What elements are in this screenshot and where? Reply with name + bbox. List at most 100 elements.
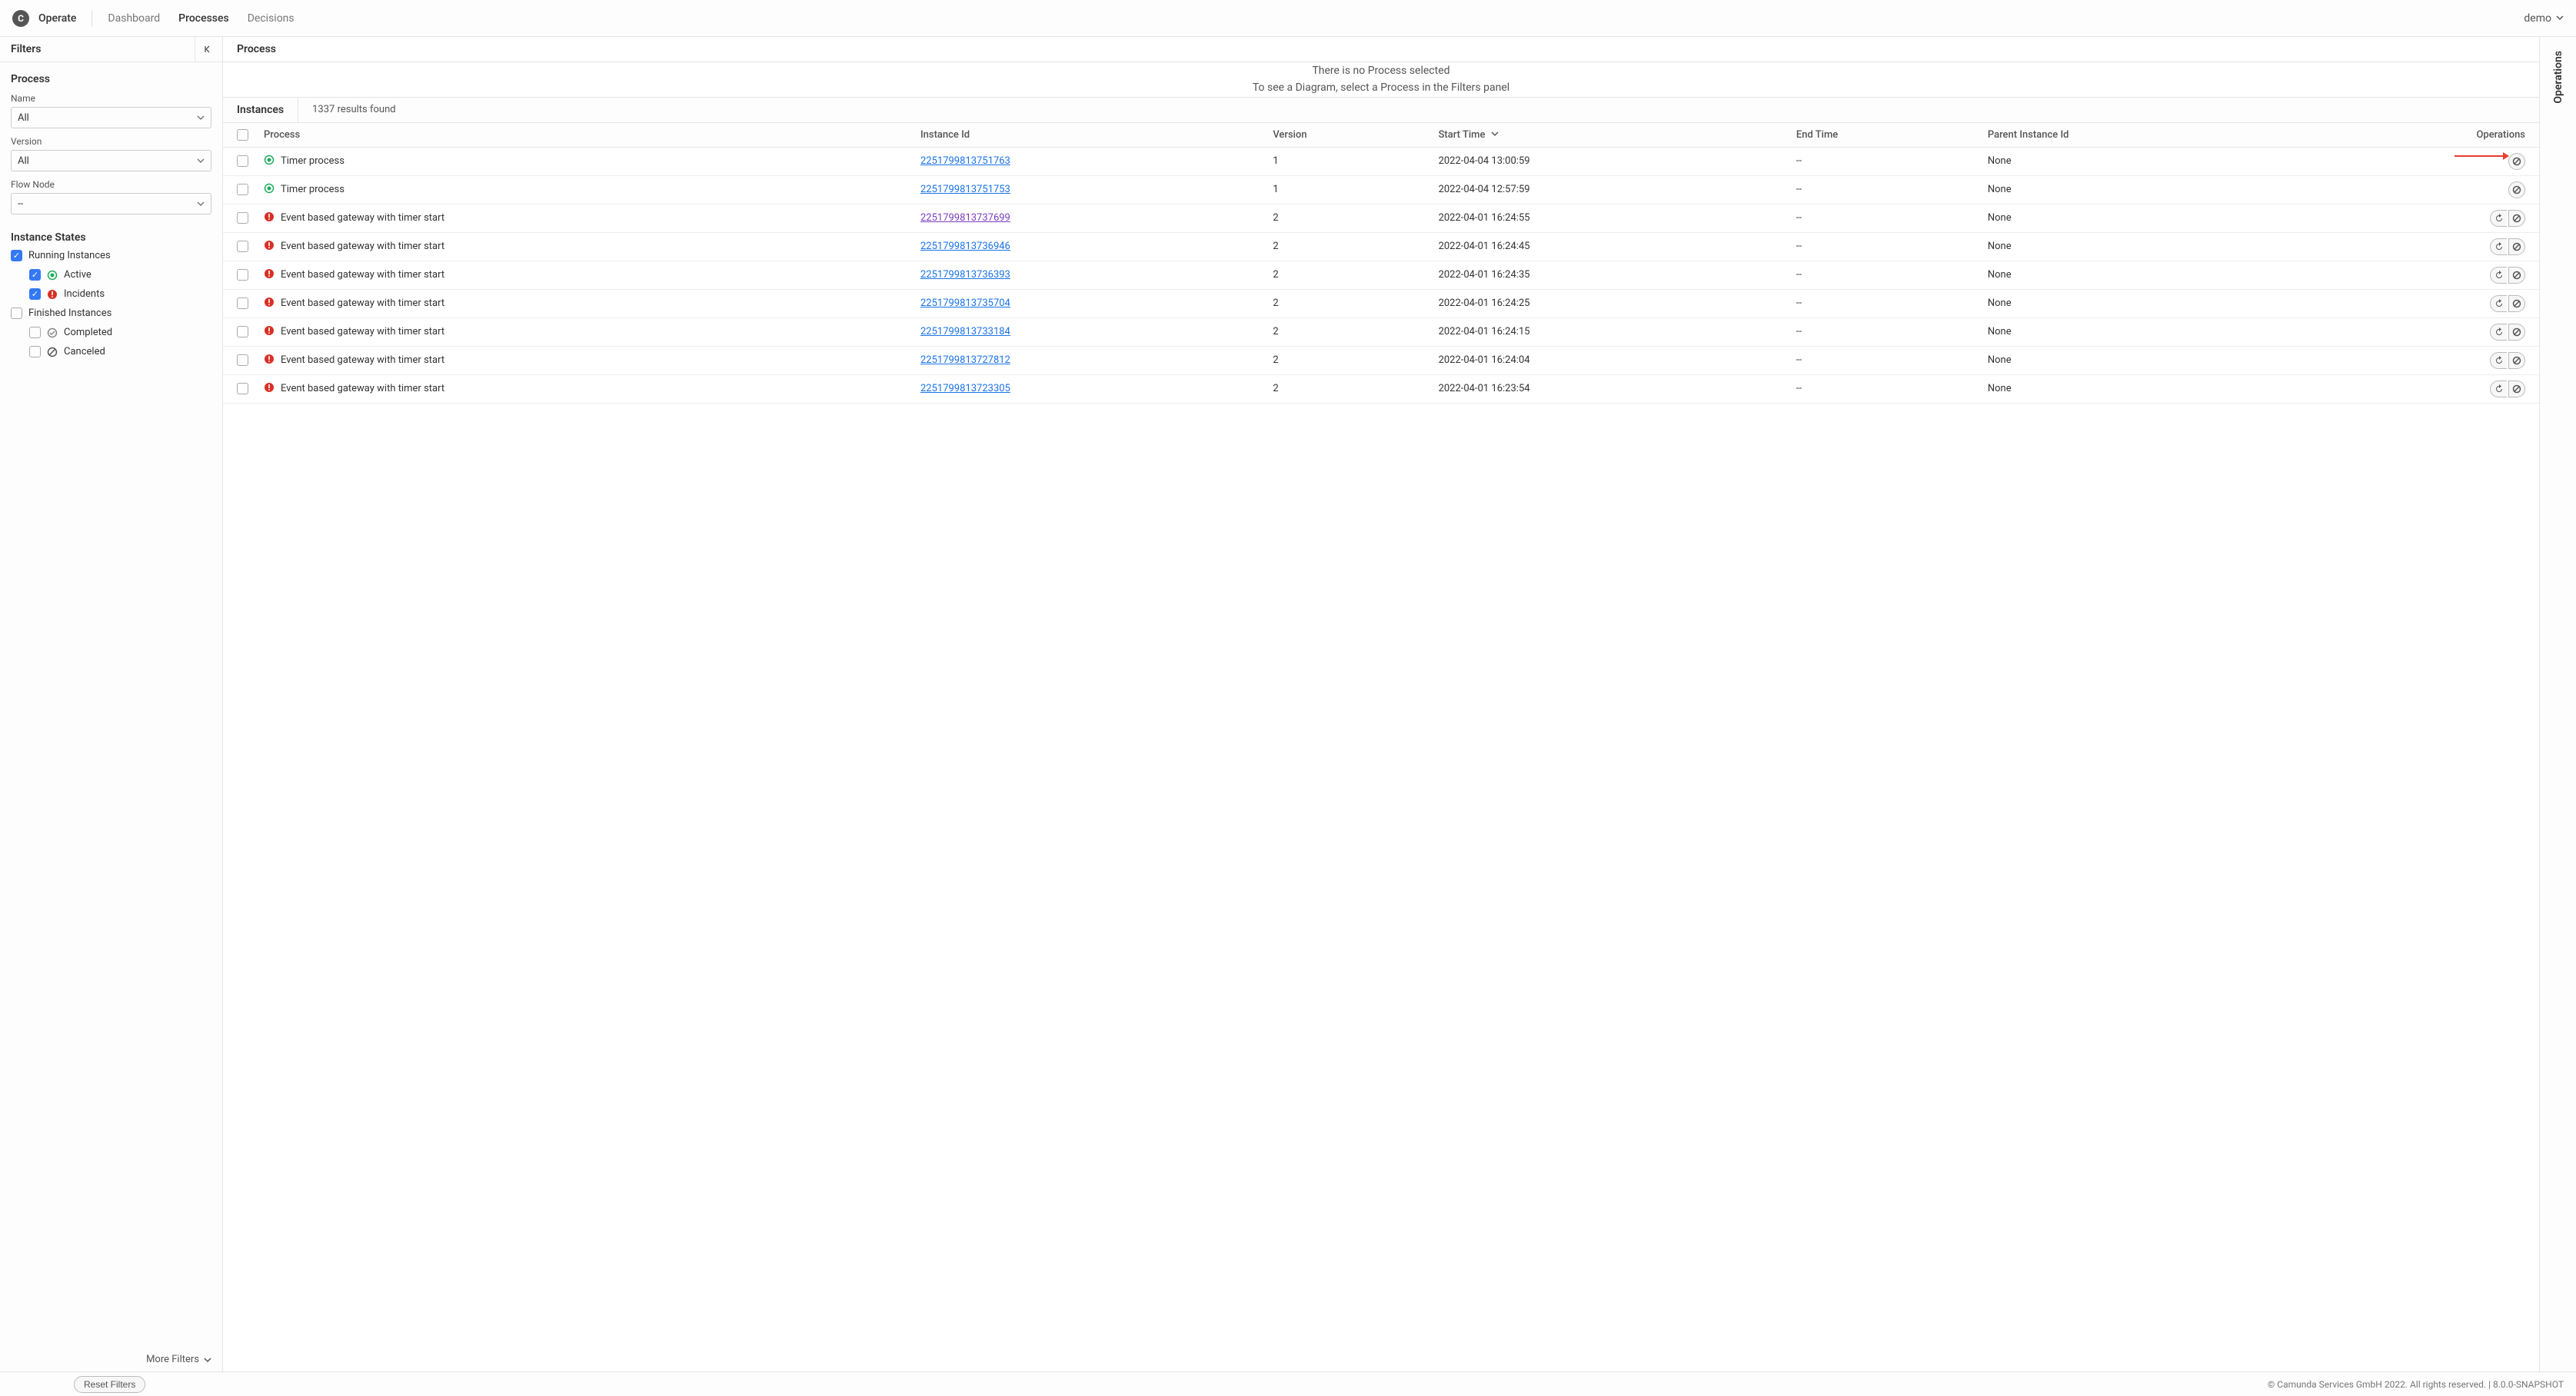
more-filters-button[interactable]: More Filters (0, 1348, 222, 1371)
row-checkbox[interactable] (237, 383, 248, 394)
results-count: 1337 results found (312, 104, 395, 115)
retry-instance-button[interactable] (2490, 324, 2507, 341)
cell-start-time: 2022-04-01 16:24:25 (1431, 289, 1789, 317)
instance-id-link[interactable]: 2251799813736946 (920, 241, 1010, 252)
cancel-instance-button[interactable] (2508, 267, 2525, 284)
process-name: Event based gateway with timer start (281, 383, 444, 394)
cancel-instance-button[interactable] (2508, 381, 2525, 397)
footer: Reset Filters © Camunda Services GmbH 20… (0, 1371, 2576, 1396)
table-row: Timer process225179981375175312022-04-04… (223, 175, 2539, 204)
col-version[interactable]: Version (1273, 129, 1306, 141)
completed-checkbox[interactable]: Completed (29, 327, 211, 338)
retry-instance-button[interactable] (2490, 352, 2507, 369)
retry-instance-button[interactable] (2490, 267, 2507, 284)
cell-start-time: 2022-04-01 16:24:15 (1431, 317, 1789, 346)
row-checkbox[interactable] (237, 326, 248, 337)
operations-toggle[interactable]: Operations (2552, 51, 2564, 104)
instance-id-link[interactable]: 2251799813723305 (920, 383, 1010, 394)
active-icon (47, 270, 58, 281)
checkbox-icon: ✓ (11, 250, 22, 261)
cell-version: 2 (1265, 204, 1430, 232)
incident-icon (264, 382, 275, 396)
instance-id-link[interactable]: 2251799813736393 (920, 269, 1010, 281)
nav-decisions[interactable]: Decisions (248, 12, 295, 25)
version-select[interactable]: All (11, 150, 211, 171)
row-checkbox[interactable] (237, 212, 248, 224)
running-label: Running Instances (28, 250, 111, 261)
cancel-instance-button[interactable] (2508, 295, 2525, 312)
filters-sidebar: Filters Process Name All Version All Flo… (0, 37, 223, 1371)
col-start-time[interactable]: Start Time (1439, 129, 1486, 141)
row-checkbox[interactable] (237, 354, 248, 366)
cell-end-time: -- (1789, 175, 1980, 204)
flownode-select[interactable]: -- (11, 193, 211, 214)
row-checkbox[interactable] (237, 269, 248, 281)
incidents-checkbox[interactable]: ✓ Incidents (29, 288, 211, 300)
cell-version: 2 (1265, 232, 1430, 261)
active-icon (264, 155, 275, 168)
col-parent[interactable]: Parent Instance Id (1988, 129, 2069, 141)
process-name: Event based gateway with timer start (281, 354, 444, 366)
instance-id-link[interactable]: 2251799813751753 (920, 184, 1010, 195)
filters-header: Filters (0, 37, 222, 62)
running-checkbox[interactable]: ✓ Running Instances (11, 250, 211, 261)
incident-icon (264, 211, 275, 225)
chevron-down-icon (197, 157, 205, 165)
checkbox-icon (29, 346, 41, 357)
nav-processes[interactable]: Processes (178, 12, 229, 25)
instance-id-link[interactable]: 2251799813727812 (920, 354, 1010, 366)
nav-dashboard[interactable]: Dashboard (108, 12, 160, 25)
retry-instance-button[interactable] (2490, 210, 2507, 227)
col-instance-id[interactable]: Instance Id (920, 129, 970, 141)
reset-filters-button[interactable]: Reset Filters (74, 1376, 145, 1393)
instances-title: Instances (237, 98, 298, 122)
finished-label: Finished Instances (28, 307, 111, 319)
cancel-instance-button[interactable] (2508, 210, 2525, 227)
operation-buttons (2490, 238, 2525, 255)
col-end-time[interactable]: End Time (1796, 129, 1838, 141)
process-name: Event based gateway with timer start (281, 212, 444, 224)
cell-parent: None (1980, 204, 2304, 232)
row-status: Event based gateway with timer start (264, 240, 905, 254)
col-process[interactable]: Process (264, 129, 300, 141)
row-status: Event based gateway with timer start (264, 211, 905, 225)
table-row: Timer process225179981375176312022-04-04… (223, 147, 2539, 175)
instance-id-link[interactable]: 2251799813737699 (920, 212, 1010, 224)
incidents-label: Incidents (64, 288, 105, 300)
app-name: Operate (38, 12, 76, 25)
retry-instance-button[interactable] (2490, 238, 2507, 255)
retry-instance-button[interactable] (2490, 381, 2507, 397)
row-checkbox[interactable] (237, 184, 248, 195)
row-checkbox[interactable] (237, 155, 248, 167)
instance-id-link[interactable]: 2251799813733184 (920, 326, 1010, 337)
chevron-down-icon (2556, 12, 2564, 25)
finished-checkbox[interactable]: Finished Instances (11, 307, 211, 319)
instance-id-link[interactable]: 2251799813751763 (920, 155, 1010, 167)
name-select[interactable]: All (11, 107, 211, 128)
row-status: Event based gateway with timer start (264, 297, 905, 311)
canceled-checkbox[interactable]: Canceled (29, 346, 211, 357)
filters-body: Process Name All Version All Flow Node -… (0, 62, 222, 1348)
incident-icon (264, 297, 275, 311)
table-row: Event based gateway with timer start 2251… (223, 374, 2539, 403)
retry-instance-button[interactable] (2490, 295, 2507, 312)
checkbox-icon (11, 307, 22, 319)
cancel-instance-button[interactable] (2508, 352, 2525, 369)
table-wrapper[interactable]: Process Instance Id Version Start Time E… (223, 123, 2539, 1371)
operation-buttons (2490, 352, 2525, 369)
row-checkbox[interactable] (237, 241, 248, 252)
cancel-instance-button[interactable] (2508, 324, 2525, 341)
cell-end-time: -- (1789, 317, 1980, 346)
instance-id-link[interactable]: 2251799813735704 (920, 297, 1010, 309)
collapse-sidebar-button[interactable] (195, 37, 222, 62)
cancel-instance-button[interactable] (2508, 238, 2525, 255)
select-all-checkbox[interactable] (237, 129, 248, 141)
user-menu[interactable]: demo (2524, 12, 2564, 25)
active-checkbox[interactable]: ✓ Active (29, 269, 211, 281)
cancel-instance-button[interactable] (2508, 153, 2525, 170)
row-status: Event based gateway with timer start (264, 354, 905, 367)
cell-parent: None (1980, 374, 2304, 403)
cancel-instance-button[interactable] (2508, 181, 2525, 198)
flownode-label: Flow Node (11, 179, 211, 190)
row-checkbox[interactable] (237, 297, 248, 309)
